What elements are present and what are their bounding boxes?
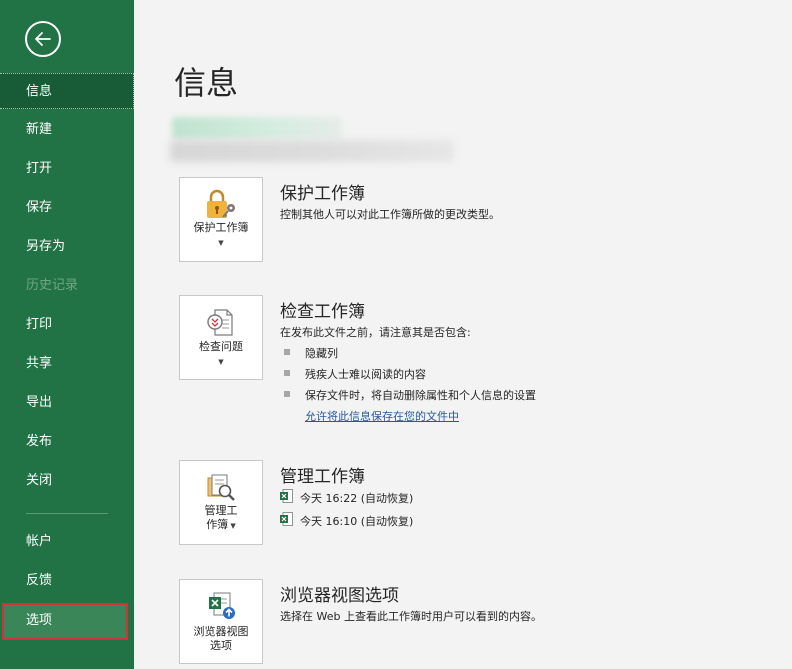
manage-versions-icon bbox=[207, 474, 235, 501]
browser-excel-icon bbox=[209, 592, 235, 619]
browser-view-label-2: 选项 bbox=[210, 639, 232, 652]
manage-workbook-label-1: 管理工 bbox=[204, 504, 238, 517]
bullet-square-icon bbox=[284, 391, 290, 397]
check-issues-button[interactable]: 检查问题 ▼ bbox=[179, 295, 263, 380]
browser-view-label-1: 浏览器视图 bbox=[193, 625, 249, 638]
protect-workbook-title: 保护工作簿 bbox=[280, 184, 365, 204]
excel-file-icon bbox=[280, 512, 293, 526]
back-arrow-icon bbox=[35, 32, 51, 46]
nav-close[interactable]: 关闭 bbox=[0, 463, 134, 499]
document-path-redacted bbox=[170, 140, 454, 162]
page-title: 信息 bbox=[174, 64, 239, 102]
excel-file-icon bbox=[280, 489, 293, 503]
check-issues-label: 检查问题 bbox=[199, 340, 243, 353]
nav-save-as[interactable]: 另存为 bbox=[0, 229, 134, 265]
nav-print[interactable]: 打印 bbox=[0, 307, 134, 343]
protect-workbook-button[interactable]: 保护工作簿 ▼ bbox=[179, 177, 263, 262]
browser-view-options-button[interactable]: 浏览器视图 选项 bbox=[179, 579, 263, 664]
nav-publish[interactable]: 发布 bbox=[0, 424, 134, 460]
inspect-document-icon bbox=[207, 309, 233, 336]
manage-workbook-button[interactable]: 管理工 作簿 ▼ bbox=[179, 460, 263, 545]
document-name-redacted bbox=[172, 117, 342, 139]
back-button[interactable] bbox=[25, 21, 61, 57]
nav-save[interactable]: 保存 bbox=[0, 190, 134, 226]
nav-share[interactable]: 共享 bbox=[0, 346, 134, 382]
nav-info[interactable]: 信息 bbox=[0, 73, 134, 109]
manage-workbook-label-2: 作簿 ▼ bbox=[206, 518, 236, 531]
nav-export[interactable]: 导出 bbox=[0, 385, 134, 421]
dropdown-caret-icon: ▼ bbox=[218, 239, 224, 247]
manage-workbook-title: 管理工作簿 bbox=[280, 467, 365, 487]
lock-key-icon bbox=[207, 189, 235, 218]
protect-workbook-label: 保护工作簿 bbox=[193, 221, 249, 234]
nav-options[interactable]: 选项 bbox=[2, 603, 128, 640]
nav-open[interactable]: 打开 bbox=[0, 151, 134, 187]
dropdown-caret-icon: ▼ bbox=[228, 522, 236, 530]
bullet-square-icon bbox=[284, 349, 290, 355]
inspect-workbook-desc: 在发布此文件之前，请注意其是否包含: bbox=[280, 326, 471, 339]
allow-info-save-link[interactable]: 允许将此信息保存在您的文件中 bbox=[305, 408, 459, 424]
nav-history: 历史记录 bbox=[26, 278, 79, 293]
nav-feedback[interactable]: 反馈 bbox=[0, 563, 134, 599]
bullet-square-icon bbox=[284, 370, 290, 376]
browser-view-title: 浏览器视图选项 bbox=[280, 586, 399, 606]
backstage-sidebar: 信息 新建 打开 保存 另存为 历史记录 打印 共享 导出 发布 关闭 帐户 反… bbox=[0, 0, 134, 669]
info-pane: 信息 保护工作簿 ▼ 保护工作簿 控制其他人可以对此工作簿所做的更改类型。 检查… bbox=[134, 0, 792, 669]
protect-workbook-desc: 控制其他人可以对此工作簿所做的更改类型。 bbox=[280, 208, 500, 221]
nav-divider bbox=[26, 513, 108, 514]
inspect-workbook-title: 检查工作簿 bbox=[280, 302, 365, 322]
nav-account[interactable]: 帐户 bbox=[0, 524, 134, 560]
dropdown-caret-icon: ▼ bbox=[218, 358, 224, 366]
nav-new[interactable]: 新建 bbox=[0, 112, 134, 148]
browser-view-desc: 选择在 Web 上查看此工作簿时用户可以看到的内容。 bbox=[280, 610, 542, 623]
